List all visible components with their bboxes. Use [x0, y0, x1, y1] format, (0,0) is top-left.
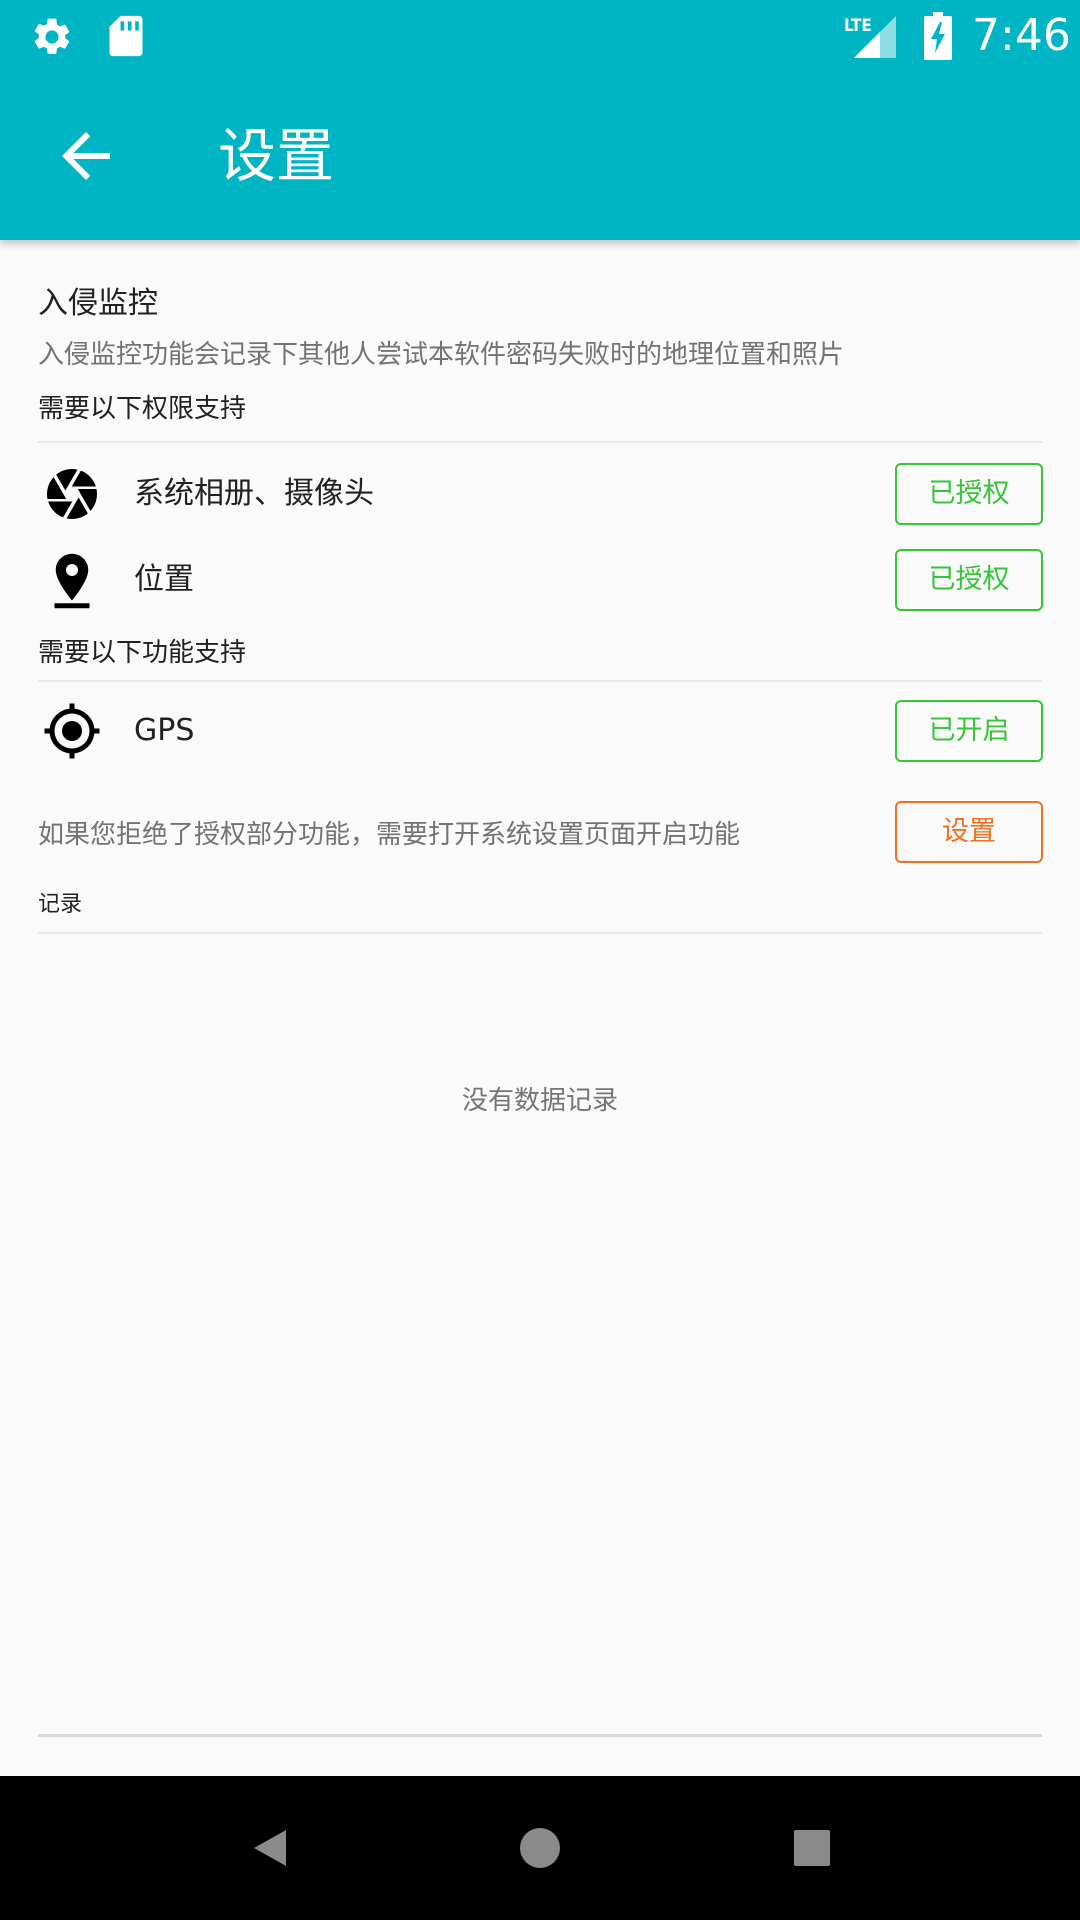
permission-label: 位置 [134, 562, 194, 597]
divider [38, 441, 1042, 443]
top-bar: LTE 7:46 设置 [0, 0, 1080, 240]
page-title: 设置 [218, 122, 335, 190]
records-label: 记录 [38, 892, 83, 917]
permissions-header: 需要以下权限支持 [38, 394, 247, 424]
gear-icon [34, 18, 70, 54]
status-bar: LTE 7:46 [0, 0, 1080, 72]
section-description: 入侵监控功能会记录下其他人尝试本软件密码失败时的地理位置和照片 [38, 340, 845, 370]
feature-label: GPS [134, 713, 195, 748]
location-permission-status-button[interactable]: 已授权 [895, 549, 1043, 611]
lte-signal-icon: LTE [844, 16, 896, 58]
divider [38, 932, 1042, 934]
location-pin-icon [54, 553, 90, 609]
screen: LTE 7:46 设置 入侵监控 入侵监控功能会记录下其他人尝试本软件密码失败时… [0, 0, 1080, 1920]
empty-records-text: 没有数据记录 [461, 1086, 618, 1116]
nav-home-icon[interactable] [518, 1826, 562, 1870]
back-arrow-icon[interactable] [50, 120, 122, 192]
gps-crosshair-icon [44, 703, 100, 759]
sd-card-icon [109, 15, 143, 57]
permission-hint: 如果您拒绝了授权部分功能，需要打开系统设置页面开启功能 [38, 820, 741, 850]
permission-row-camera: 系统相册、摄像头 已授权 [0, 454, 1080, 534]
features-header: 需要以下功能支持 [38, 638, 247, 668]
gps-status-button[interactable]: 已开启 [895, 700, 1043, 762]
navigation-bar [0, 1776, 1080, 1920]
nav-recents-icon[interactable] [790, 1826, 834, 1870]
camera-aperture-icon [46, 469, 98, 519]
permission-row-location: 位置 已授权 [0, 540, 1080, 620]
battery-charging-icon [924, 12, 952, 60]
status-time: 7:46 [972, 10, 1071, 61]
open-settings-button[interactable]: 设置 [895, 801, 1043, 863]
feature-row-gps: GPS 已开启 [0, 691, 1080, 771]
camera-permission-status-button[interactable]: 已授权 [895, 463, 1043, 525]
permission-label: 系统相册、摄像头 [134, 476, 374, 511]
svg-text:LTE: LTE [844, 16, 872, 36]
app-bar: 设置 [0, 72, 1080, 240]
divider [38, 1734, 1042, 1737]
section-title: 入侵监控 [38, 286, 158, 321]
nav-back-icon[interactable] [248, 1826, 292, 1870]
divider [38, 680, 1042, 682]
